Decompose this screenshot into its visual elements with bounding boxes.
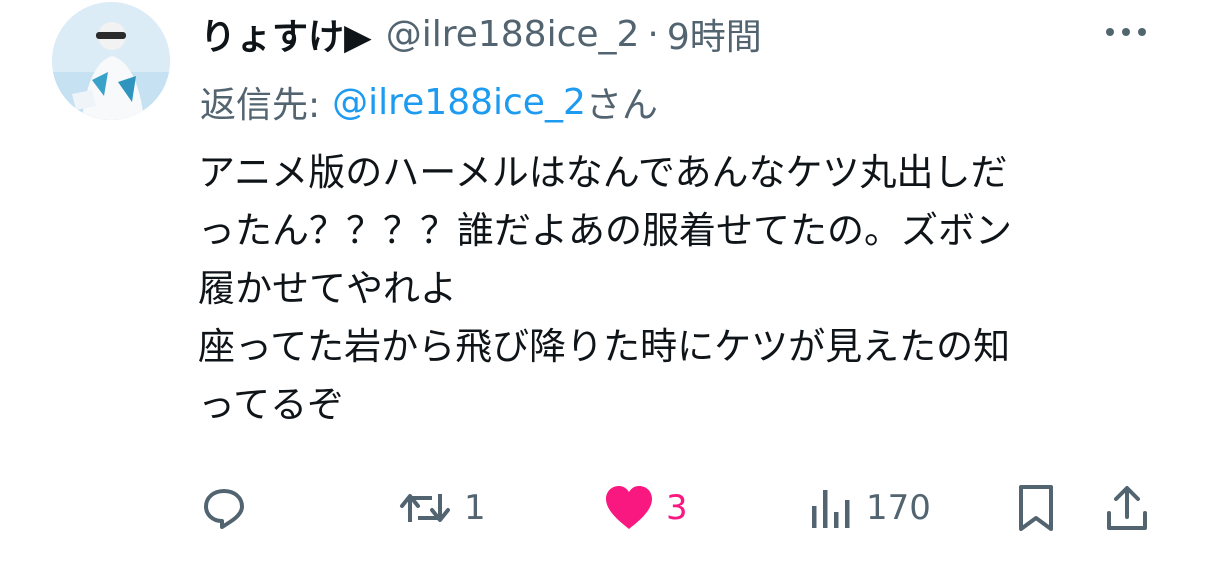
tweet-text-line: アニメ版のハーメルはなんであんなケツ丸出しだ [198, 151, 1008, 194]
reply-suffix: さん [585, 85, 658, 126]
tweet-text-line: 履かせてやれよ [198, 267, 457, 310]
more-dots-icon [1104, 27, 1148, 37]
like-count: 3 [666, 488, 688, 528]
retweet-button[interactable]: 1 [398, 478, 486, 538]
bookmark-icon [1016, 483, 1056, 533]
heart-icon [604, 485, 654, 531]
timestamp[interactable]: 9時間 [667, 8, 762, 60]
reply-button[interactable] [200, 478, 260, 538]
tweet-text-line: ったん？？？？誰だよあの服着せてたの。ズボン [198, 209, 1012, 252]
tweet-text-line: 座ってた岩から飛び降りた時にケツが見えたの知 [198, 325, 1011, 368]
action-bar: 1 3 170 [0, 478, 1206, 538]
avatar[interactable] [52, 2, 170, 120]
reply-handle-link[interactable]: @ilre188ice_2 [332, 82, 586, 123]
user-handle[interactable]: @ilre188ice_2 [386, 14, 640, 55]
separator-dot: · [647, 13, 659, 55]
tweet-header: りょすけ▶︎ @ilre188ice_2 · 9時間 [200, 6, 762, 62]
reply-prefix: 返信先: [200, 85, 321, 126]
bookmark-button[interactable] [1016, 478, 1056, 538]
retweet-count: 1 [464, 488, 486, 528]
share-icon [1104, 483, 1150, 533]
views-button[interactable]: 170 [808, 478, 931, 538]
like-button[interactable]: 3 [604, 478, 688, 538]
views-icon [808, 484, 854, 532]
reply-icon [200, 484, 248, 532]
share-button[interactable] [1104, 478, 1150, 538]
tweet-text-line: ってるぞ [198, 383, 345, 426]
tweet-text: アニメ版のハーメルはなんであんなケツ丸出しだ ったん？？？？誰だよあの服着せてた… [198, 144, 1158, 434]
views-count: 170 [866, 488, 931, 528]
reply-context: 返信先: @ilre188ice_2 さん [200, 76, 658, 128]
avatar-image [52, 2, 170, 120]
more-options-button[interactable] [1104, 20, 1148, 44]
retweet-icon [398, 484, 452, 532]
display-name[interactable]: りょすけ▶︎ [200, 8, 372, 60]
